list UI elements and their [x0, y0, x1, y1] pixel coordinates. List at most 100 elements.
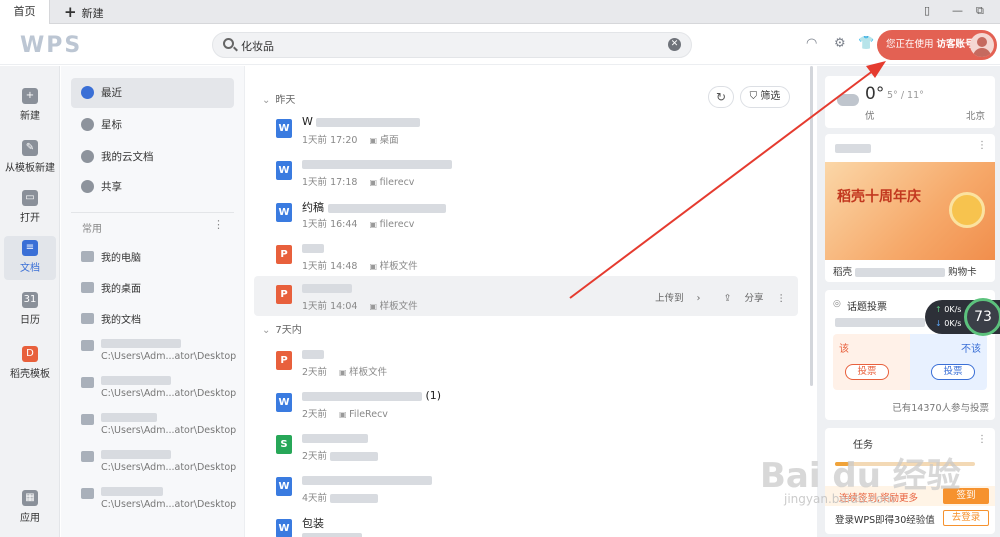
fav-my-documents[interactable]: 我的文档 — [81, 311, 241, 326]
vote-yes-button[interactable]: 投票 — [845, 364, 889, 380]
file-name — [302, 347, 324, 360]
folder-path: C:\Users\Adm...ator\Desktop — [101, 499, 237, 510]
folder-path: C:\Users\Adm...ator\Desktop — [101, 351, 237, 362]
nav-open[interactable]: ▭ 打开 — [4, 186, 56, 230]
starred-item[interactable]: 星标 — [71, 110, 234, 140]
fav-my-computer[interactable]: 我的电脑 — [81, 249, 241, 264]
vote-no-button[interactable]: 投票 — [931, 364, 975, 380]
fav-my-desktop[interactable]: 我的桌面 — [81, 280, 241, 295]
group-header-yesterday[interactable]: ⌄ 昨天 — [262, 91, 295, 106]
upload-to-button[interactable]: 上传到 — [655, 293, 684, 304]
file-row[interactable]: W 约稿 1天前 16:44filerecv — [254, 194, 798, 234]
divider — [71, 212, 234, 213]
file-row[interactable]: W 1天前 17:18filerecv — [254, 152, 798, 192]
blurred-name — [101, 486, 163, 496]
nav-new[interactable]: + 新建 — [4, 84, 56, 128]
file-row[interactable]: W 4天前 — [254, 468, 798, 508]
air-quality: 优 — [865, 111, 875, 122]
recent-item[interactable]: 最近 — [71, 78, 234, 108]
weather-temp: 0° — [865, 84, 885, 104]
net-speed-widget[interactable]: ↑ 0K/s ↓ 0K/s 73 — [925, 298, 1000, 336]
vote-question — [835, 318, 925, 327]
nav-calendar[interactable]: 31 日历 — [4, 288, 56, 332]
promo-banner[interactable]: 稻壳十周年庆 — [825, 162, 995, 260]
nav-docer[interactable]: D 稻壳模板 — [4, 342, 56, 386]
file-row[interactable]: W W 1天前 17:20桌面 — [254, 110, 798, 150]
weather-card[interactable]: 0° 5° / 11° 优 北京 — [825, 76, 995, 128]
fav-folder[interactable]: C:\Users\Adm...ator\Desktop — [81, 412, 241, 436]
group-header-week[interactable]: ⌄ 7天内 — [262, 321, 302, 336]
clear-search-icon[interactable]: ✕ — [668, 38, 681, 51]
fav-label: 我的桌面 — [101, 284, 141, 295]
gear-icon[interactable]: ⚙ — [834, 36, 846, 51]
shared-item[interactable]: 共享 — [71, 172, 234, 202]
share-button[interactable]: ⇪ 分享 — [713, 293, 763, 304]
refresh-button[interactable]: ↻ — [708, 86, 734, 108]
scrollbar[interactable] — [810, 66, 813, 386]
fav-label: 我的文档 — [101, 315, 141, 326]
blurred-name — [101, 375, 171, 385]
file-meta — [302, 532, 362, 537]
tab-home[interactable]: 首页 — [0, 0, 50, 24]
filter-button[interactable]: ⛉ 筛选 — [740, 86, 790, 108]
fav-folder[interactable]: C:\Users\Adm...ator\Desktop — [81, 338, 241, 362]
download-speed: ↓ 0K/s — [935, 319, 962, 328]
account-pill[interactable]: 您正在使用 访客账号 — [877, 30, 997, 60]
blurred-name — [101, 338, 181, 348]
word-file-icon: W — [276, 477, 292, 496]
row-actions: 上传到 › ⇪ 分享 ⋮ — [645, 290, 786, 304]
recent-label: 最近 — [101, 87, 122, 99]
file-row[interactable]: P 2天前样板文件 — [254, 342, 798, 382]
login-button[interactable]: 去登录 — [943, 510, 989, 526]
calendar-icon: 31 — [22, 292, 38, 308]
group-label: 7天内 — [275, 325, 302, 336]
fav-folder[interactable]: C:\Users\Adm...ator\Desktop — [81, 375, 241, 399]
search-icon — [223, 38, 234, 49]
file-row[interactable]: W 包装 — [254, 510, 798, 537]
fav-folder[interactable]: C:\Users\Adm...ator\Desktop — [81, 486, 241, 510]
document-icon: ≡ — [22, 240, 38, 256]
blurred-name — [101, 412, 157, 422]
down-arrow-icon: ↓ — [935, 319, 945, 328]
header: WPS 化妆品 ✕ ◠ ⚙ 👕 您正在使用 访客账号 — [0, 25, 1000, 65]
apps-icon: ▦ — [22, 490, 38, 506]
promo-card[interactable]: ⋮ 稻壳十周年庆 稻壳 购物卡 — [825, 134, 995, 282]
avatar[interactable] — [970, 33, 994, 57]
file-name — [302, 281, 352, 294]
chevron-down-icon: ⌄ — [262, 325, 271, 336]
vote-icon: ◎ — [833, 299, 841, 309]
share-icon: ⇪ — [723, 293, 735, 304]
search-input[interactable]: 化妆品 ✕ — [212, 32, 692, 58]
nav-documents[interactable]: ≡ 文档 — [4, 236, 56, 280]
file-row[interactable]: P 1天前 14:48样板文件 — [254, 236, 798, 276]
file-row[interactable]: P 1天前 14:04样板文件 上传到 › ⇪ 分享 ⋮ — [254, 276, 798, 316]
file-name: (1) — [302, 389, 441, 402]
split-view-icon[interactable]: ▯ — [924, 4, 930, 17]
weather-city[interactable]: 北京 — [966, 108, 985, 122]
more-icon[interactable]: ⋮ — [977, 140, 987, 151]
cloud-docs-label: 我的云文档 — [101, 151, 154, 163]
headset-icon[interactable]: ◠ — [806, 36, 817, 51]
nav-from-template[interactable]: ✎ 从模板新建 — [4, 136, 56, 180]
file-row[interactable]: W (1) 2天前FileRecv — [254, 384, 798, 424]
wps-logo: WPS — [20, 33, 83, 58]
nav-apps[interactable]: ▦ 应用 — [4, 486, 56, 530]
nav-label: 文档 — [20, 263, 40, 274]
tab-bar: 首页 + 新建 ▯ — ⧉ — [0, 0, 1000, 24]
more-icon[interactable]: ⋮ — [777, 293, 787, 304]
file-row[interactable]: S 2天前 — [254, 426, 798, 466]
cloud-docs-item[interactable]: 我的云文档 — [71, 142, 234, 172]
baidu-watermark-url: jingyan.baidu.com — [784, 492, 895, 506]
restore-icon[interactable]: ⧉ — [976, 4, 984, 18]
up-arrow-icon: ↑ — [935, 305, 945, 314]
minimize-icon[interactable]: — — [952, 4, 963, 17]
folder-path: C:\Users\Adm...ator\Desktop — [101, 388, 237, 399]
skin-icon[interactable]: 👕 — [858, 36, 874, 51]
fav-folder[interactable]: C:\Users\Adm...ator\Desktop — [81, 449, 241, 473]
new-tab-button[interactable]: + 新建 — [64, 0, 104, 24]
more-icon[interactable]: ⋮ — [213, 218, 224, 231]
more-icon[interactable]: ⋮ — [977, 434, 987, 445]
file-name — [302, 473, 432, 486]
account-prefix: 您正在使用 — [886, 39, 934, 50]
folder-icon — [81, 488, 94, 499]
